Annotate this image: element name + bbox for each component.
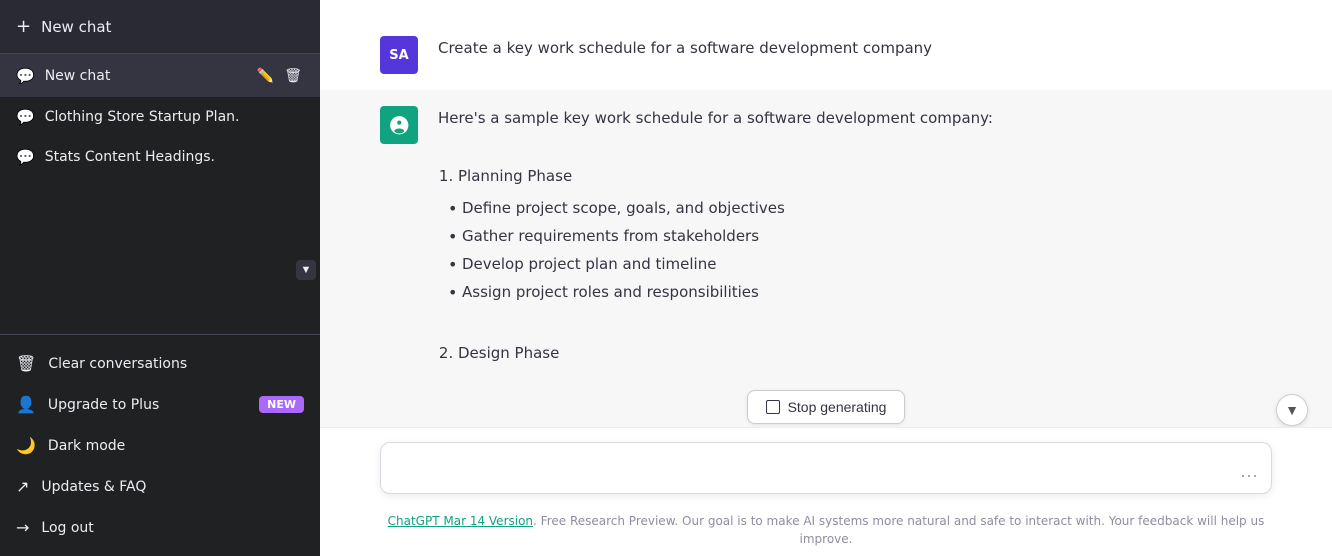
main-content: SA Create a key work schedule for a soft… — [320, 0, 1332, 556]
chat-item-label: New chat — [45, 68, 245, 84]
updates-faq-item[interactable]: ↗ Updates & FAQ — [0, 466, 320, 507]
sidebar: + New chat ▲ 💬 New chat ✏️ 🗑 💬 Clothing … — [0, 0, 320, 556]
ai-message-row: Here's a sample key work schedule for a … — [320, 90, 1332, 390]
footer-text: ChatGPT Mar 14 Version. Free Research Pr… — [320, 508, 1332, 556]
logout-label: Log out — [41, 520, 93, 536]
planning-list-item: Define project scope, goals, and objecti… — [448, 196, 1272, 221]
external-link-icon: ↗ — [16, 477, 29, 496]
chat-item-clothing[interactable]: 💬 Clothing Store Startup Plan. — [0, 97, 320, 137]
planning-list-item: Develop project plan and timeline — [448, 252, 1272, 277]
moon-icon: 🌙 — [16, 436, 36, 455]
chat-item-label-3: Stats Content Headings. — [45, 149, 304, 165]
ai-avatar — [380, 106, 418, 144]
user-message-text: Create a key work schedule for a softwar… — [438, 39, 932, 57]
chat-item-label-2: Clothing Store Startup Plan. — [45, 109, 304, 125]
user-message-content: Create a key work schedule for a softwar… — [438, 36, 1272, 61]
dark-mode-label: Dark mode — [48, 438, 125, 454]
user-message-row: SA Create a key work schedule for a soft… — [320, 20, 1332, 90]
sidebar-bottom: 🗑 Clear conversations 👤 Upgrade to Plus … — [0, 334, 320, 556]
planning-list-item: Assign project roles and responsibilitie… — [448, 280, 1272, 305]
footer-description: . Free Research Preview. Our goal is to … — [533, 514, 1264, 546]
scroll-to-bottom-button[interactable]: ▼ — [1276, 394, 1308, 426]
clear-conversations-label: Clear conversations — [48, 356, 187, 372]
chat-list: 💬 New chat ✏️ 🗑 💬 Clothing Store Startup… — [0, 54, 320, 334]
plus-icon: + — [16, 16, 31, 37]
chat-input[interactable] — [380, 442, 1272, 494]
stop-icon — [766, 400, 780, 414]
upgrade-to-plus-item[interactable]: 👤 Upgrade to Plus NEW — [0, 384, 320, 425]
chat-icon-3: 💬 — [16, 148, 35, 166]
chat-icon-2: 💬 — [16, 108, 35, 126]
design-phase-item: Design Phase — [458, 341, 1272, 366]
stop-generating-label: Stop generating — [788, 399, 887, 415]
user-avatar: SA — [380, 36, 418, 74]
new-badge: NEW — [259, 396, 304, 413]
chatgpt-version-link[interactable]: ChatGPT Mar 14 Version — [388, 514, 533, 528]
new-chat-top-button[interactable]: + New chat — [0, 0, 320, 54]
stop-generating-button[interactable]: Stop generating — [747, 390, 906, 424]
logout-item[interactable]: → Log out — [0, 507, 320, 548]
upgrade-label: Upgrade to Plus — [48, 397, 159, 413]
edit-chat-button[interactable]: ✏️ — [255, 65, 276, 86]
ai-intro-text: Here's a sample key work schedule for a … — [438, 106, 1272, 131]
stop-generating-wrap: Stop generating — [320, 390, 1332, 427]
dark-mode-item[interactable]: 🌙 Dark mode — [0, 425, 320, 466]
user-icon: 👤 — [16, 395, 36, 414]
planning-list-item: Gather requirements from stakeholders — [448, 224, 1272, 249]
new-chat-top-label: New chat — [41, 18, 111, 36]
logout-icon: → — [16, 518, 29, 537]
clear-conversations-item[interactable]: 🗑 Clear conversations — [0, 343, 320, 384]
chat-item-stats[interactable]: 💬 Stats Content Headings. — [0, 137, 320, 177]
planning-list: Define project scope, goals, and objecti… — [438, 196, 1272, 304]
input-area: ··· — [320, 427, 1332, 508]
chat-item-active[interactable]: 💬 New chat ✏️ 🗑 — [0, 54, 320, 97]
chat-messages: SA Create a key work schedule for a soft… — [320, 0, 1332, 427]
scroll-down-button[interactable]: ▼ — [296, 260, 316, 280]
chat-icon: 💬 — [16, 67, 35, 85]
delete-chat-button[interactable]: 🗑 — [282, 65, 304, 86]
ai-message-content: Here's a sample key work schedule for a … — [438, 106, 1272, 374]
updates-faq-label: Updates & FAQ — [41, 479, 146, 495]
planning-phase-item: Planning Phase — [458, 164, 1272, 189]
chat-actions: ✏️ 🗑 — [255, 65, 304, 86]
input-more-button[interactable]: ··· — [1240, 465, 1258, 486]
trash-icon: 🗑 — [16, 354, 36, 373]
